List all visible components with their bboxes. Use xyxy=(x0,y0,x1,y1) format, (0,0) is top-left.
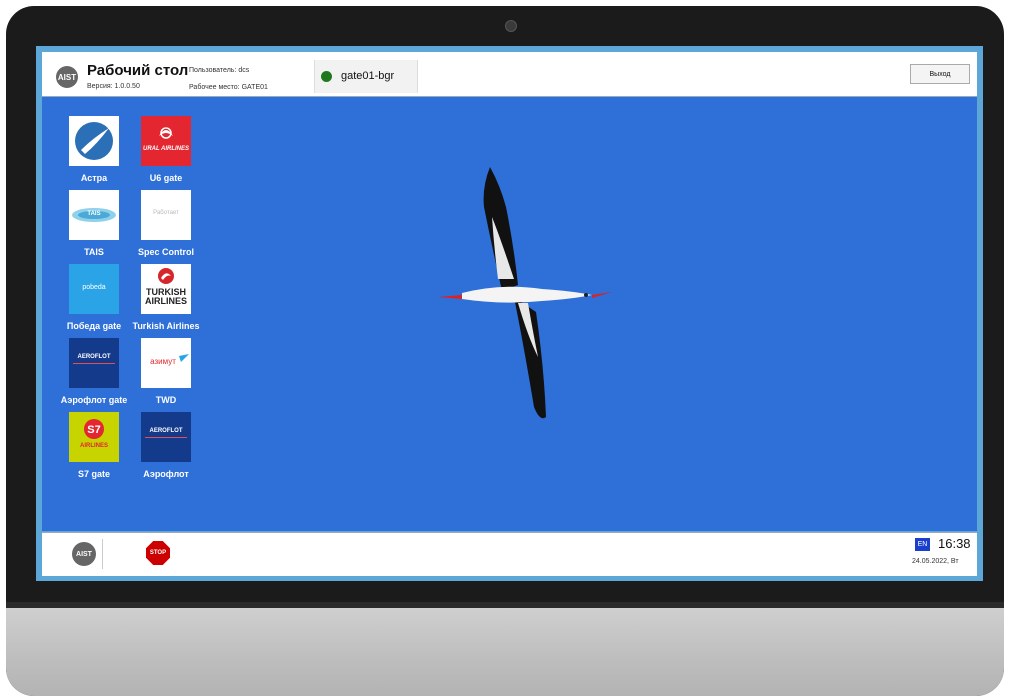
desktop-icon-u6-gate[interactable]: URAL AIRLINES U6 gate xyxy=(126,116,206,186)
ural-logo-text: URAL AIRLINES xyxy=(143,146,190,152)
clock-date: 24.05.2022, Вт xyxy=(912,558,959,565)
tab-gate[interactable]: gate01-bgr xyxy=(314,60,418,93)
desktop-icon-label: Аэрофлот xyxy=(143,469,189,479)
desktop-icon-label: Spec Control xyxy=(137,247,194,257)
turkish-logo-text: TURKISH AIRLINES xyxy=(144,287,187,306)
taskbar: AIST STOP EN 16:38 24.05.2022, Вт xyxy=(42,532,977,576)
aeroflot-logo-text: AEROFLOT xyxy=(149,428,183,434)
stop-button[interactable]: STOP xyxy=(146,541,170,565)
azimut-logo-icon: азимут xyxy=(141,338,191,388)
taskbar-aist-button[interactable]: AIST xyxy=(72,542,96,566)
aeroflot-logo-text: AEROFLOT xyxy=(77,354,111,360)
stork-wallpaper-icon xyxy=(438,167,612,419)
desktop-icon-pobeda-gate[interactable]: pobeda Победа gate xyxy=(54,264,134,334)
desktop-icon-aeroflot-gate[interactable]: AEROFLOT Аэрофлот gate xyxy=(54,338,134,408)
version-label: Версия: 1.0.0.50 xyxy=(87,83,140,90)
pobeda-logo-text: pobeda xyxy=(82,284,106,291)
turkish-airlines-logo-icon: TURKISH AIRLINES xyxy=(141,264,191,314)
desktop-area: Астра URAL AIRLINES U6 gate TAIS TAIS Ра… xyxy=(42,97,977,531)
desktop-icon-s7-gate[interactable]: S7 AIRLINES S7 gate xyxy=(54,412,134,482)
tais-logo-text: TAIS xyxy=(87,211,101,217)
desktop-icon-label: Turkish Airlines xyxy=(132,321,200,331)
pobeda-logo-icon: pobeda xyxy=(69,264,119,314)
desktop-icon-tais[interactable]: TAIS TAIS xyxy=(54,190,134,260)
desktop-icon-label: Астра xyxy=(80,173,108,183)
tais-logo-icon: TAIS xyxy=(69,190,119,240)
top-bar: AIST Рабочий стол Версия: 1.0.0.50 Польз… xyxy=(42,52,977,97)
camera-icon xyxy=(505,20,517,32)
ural-airlines-logo-icon: URAL AIRLINES xyxy=(141,116,191,166)
desktop-icon-label: Победа gate xyxy=(66,321,122,331)
desktop-icon-turkish-airlines[interactable]: TURKISH AIRLINES Turkish Airlines xyxy=(126,264,206,334)
taskbar-divider xyxy=(102,539,103,569)
aist-logo-icon: AIST xyxy=(56,66,78,88)
monitor-chin xyxy=(6,608,1004,696)
desktop-icon-label: Аэрофлот gate xyxy=(60,395,128,405)
desktop-icon-label: TAIS xyxy=(84,247,104,257)
workplace-label: Рабочее место: GATE01 xyxy=(189,84,268,91)
aeroflot-logo-icon: AEROFLOT xyxy=(141,412,191,462)
desktop-icon-aeroflot[interactable]: AEROFLOT Аэрофлот xyxy=(126,412,206,482)
desktop-icon-twd[interactable]: азимут TWD xyxy=(126,338,206,408)
page-title: Рабочий стол xyxy=(87,62,189,79)
status-dot-icon xyxy=(321,71,332,82)
spec-control-logo-icon: Работает xyxy=(141,190,191,240)
clock-time: 16:38 xyxy=(938,536,971,551)
s7-logo-icon: S7 AIRLINES xyxy=(69,412,119,462)
exit-button[interactable]: Выход xyxy=(910,64,970,84)
tab-gate-label: gate01-bgr xyxy=(341,70,395,82)
aeroflot-stripe-icon xyxy=(73,363,115,364)
aeroflot-logo-icon: AEROFLOT xyxy=(69,338,119,388)
svg-text:S7: S7 xyxy=(87,424,100,436)
desktop-icon-label: U6 gate xyxy=(149,173,183,183)
s7-logo-text: AIRLINES xyxy=(79,443,108,449)
language-indicator[interactable]: EN xyxy=(915,538,930,551)
desktop-icon-label: S7 gate xyxy=(77,469,110,479)
astra-logo-icon xyxy=(69,116,119,166)
user-label: Пользователь: dcs xyxy=(189,67,250,74)
desktop-icon-spec-control[interactable]: Работает Spec Control xyxy=(126,190,206,260)
aeroflot-stripe-icon xyxy=(145,437,187,438)
spec-control-logo-text: Работает xyxy=(153,210,179,216)
desktop-icon-astra[interactable]: Астра xyxy=(54,116,134,186)
monitor-frame: AIST Рабочий стол Версия: 1.0.0.50 Польз… xyxy=(6,6,1004,696)
screen: AIST Рабочий стол Версия: 1.0.0.50 Польз… xyxy=(36,46,983,581)
desktop-icon-label: TWD xyxy=(155,395,177,405)
